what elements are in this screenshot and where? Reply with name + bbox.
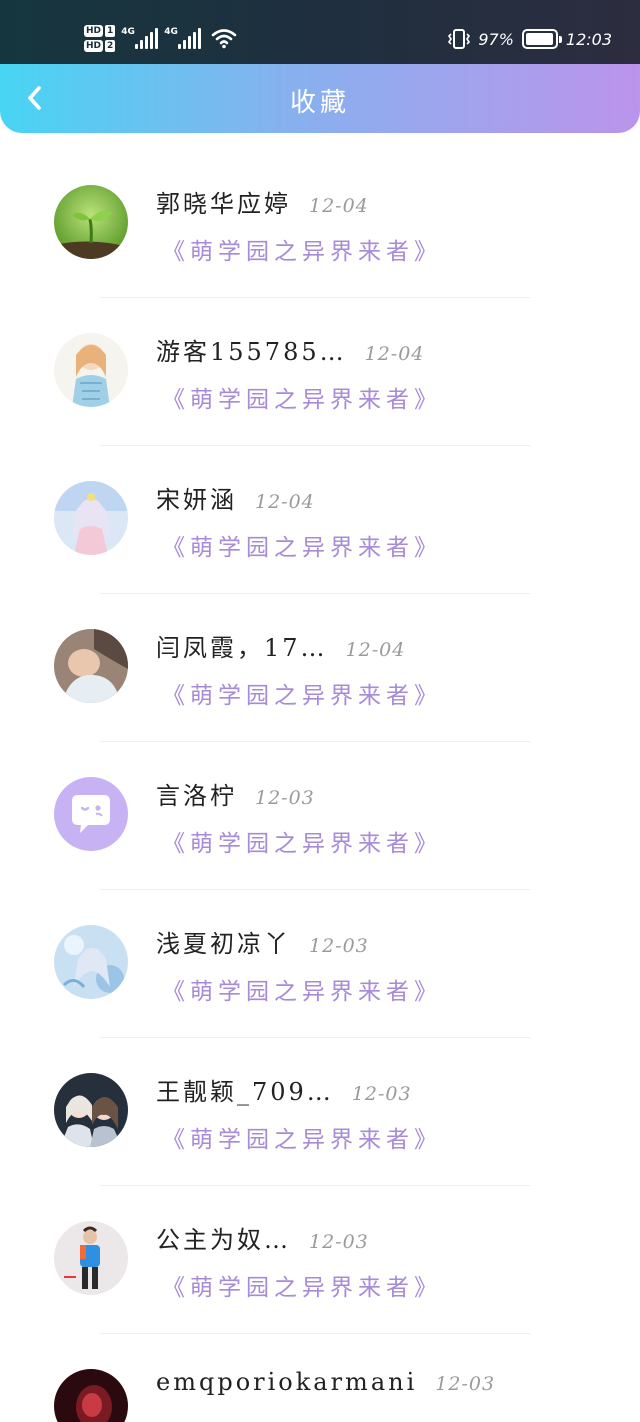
work-title[interactable]: 《萌学园之异界来者》 bbox=[162, 528, 442, 562]
avatar[interactable] bbox=[54, 481, 128, 555]
sim-number: 1 bbox=[105, 24, 116, 37]
item-header: 宋妍涵 12-04 bbox=[156, 480, 315, 515]
user-name: 游客155785… bbox=[156, 338, 347, 366]
favorite-date: 12-03 bbox=[309, 935, 369, 957]
favorite-date: 12-03 bbox=[255, 787, 315, 809]
item-header: 王靓颖_709… 12-03 bbox=[156, 1072, 412, 1107]
avatar[interactable] bbox=[54, 185, 128, 259]
work-title[interactable]: 《萌学园之异界来者》 bbox=[162, 676, 442, 710]
user-name: 闫凤霞，17… bbox=[156, 634, 328, 662]
work-title[interactable]: 《萌学园之异界来者》 bbox=[162, 1416, 442, 1422]
battery-icon bbox=[521, 29, 562, 49]
user-name: 公主为奴… bbox=[156, 1226, 291, 1254]
network-type: 4G bbox=[164, 27, 178, 37]
avatar[interactable] bbox=[54, 925, 128, 999]
favorite-list-item[interactable]: 闫凤霞，17… 12-04 《萌学园之异界来者》 bbox=[0, 594, 640, 742]
status-right: 97% 12:03 bbox=[448, 26, 612, 52]
favorite-date: 12-04 bbox=[364, 343, 425, 365]
work-title[interactable]: 《萌学园之异界来者》 bbox=[162, 1268, 442, 1302]
item-header: 言洛柠 12-03 bbox=[156, 776, 315, 811]
page-title: 收藏 bbox=[289, 88, 350, 118]
avatar[interactable] bbox=[54, 333, 128, 407]
favorite-list-item[interactable]: 王靓颖_709… 12-03 《萌学园之异界来者》 bbox=[0, 1038, 640, 1186]
clock: 12:03 bbox=[565, 29, 612, 49]
avatar[interactable] bbox=[54, 1221, 128, 1295]
item-header: 闫凤霞，17… 12-04 bbox=[156, 628, 405, 663]
signal-strength-icon: 4G bbox=[164, 27, 202, 49]
favorite-date: 12-03 bbox=[309, 1231, 369, 1253]
favorite-list-item[interactable]: 游客155785… 12-04 《萌学园之异界来者》 bbox=[0, 298, 640, 446]
top-app-bar: 收藏 bbox=[0, 64, 640, 133]
hd-indicator-2: HD 2 bbox=[84, 39, 116, 52]
item-header: 郭晓华应婷 12-04 bbox=[156, 184, 369, 219]
hd-label: HD bbox=[84, 24, 104, 37]
item-header: 浅夏初凉丫 12-03 bbox=[156, 924, 369, 959]
favorite-date: 12-03 bbox=[435, 1373, 496, 1395]
avatar[interactable] bbox=[54, 1073, 128, 1147]
item-header: 公主为奴… 12-03 bbox=[156, 1220, 369, 1255]
work-title[interactable]: 《萌学园之异界来者》 bbox=[162, 972, 442, 1006]
avatar[interactable] bbox=[54, 777, 128, 851]
user-name: 言洛柠 bbox=[156, 782, 237, 810]
item-header: 游客155785… 12-04 bbox=[156, 332, 424, 367]
favorite-date: 12-04 bbox=[309, 195, 369, 217]
user-name: emqporiokarmani bbox=[156, 1368, 418, 1396]
favorites-list: 郭晓华应婷 12-04 《萌学园之异界来者》 游客155785… 12-04 《萌学园之异… bbox=[0, 150, 640, 1422]
status-bar: HD 1 HD 2 4G 4G 97% 12:03 bbox=[0, 0, 640, 66]
vibrate-icon bbox=[448, 29, 471, 49]
network-type: 4G bbox=[121, 27, 135, 37]
user-name: 浅夏初凉丫 bbox=[156, 930, 291, 958]
work-title[interactable]: 《萌学园之异界来者》 bbox=[162, 232, 442, 266]
work-title[interactable]: 《萌学园之异界来者》 bbox=[162, 824, 442, 858]
sim-number: 2 bbox=[105, 39, 116, 52]
battery-percentage: 97% bbox=[478, 29, 514, 49]
favorite-date: 12-04 bbox=[345, 639, 406, 661]
hd-indicators: HD 1 HD 2 bbox=[84, 24, 116, 52]
avatar[interactable] bbox=[54, 1369, 128, 1422]
signal-strength-icon: 4G bbox=[121, 27, 159, 49]
user-name: 宋妍涵 bbox=[156, 486, 237, 514]
avatar[interactable] bbox=[54, 629, 128, 703]
favorite-list-item[interactable]: 公主为奴… 12-03 《萌学园之异界来者》 bbox=[0, 1186, 640, 1334]
favorite-list-item[interactable]: 郭晓华应婷 12-04 《萌学园之异界来者》 bbox=[0, 150, 640, 298]
work-title[interactable]: 《萌学园之异界来者》 bbox=[162, 380, 442, 414]
work-title[interactable]: 《萌学园之异界来者》 bbox=[162, 1120, 442, 1154]
favorite-list-item[interactable]: 言洛柠 12-03 《萌学园之异界来者》 bbox=[0, 742, 640, 890]
favorite-date: 12-03 bbox=[351, 1083, 412, 1105]
user-name: 王靓颖_709… bbox=[156, 1078, 334, 1106]
user-name: 郭晓华应婷 bbox=[156, 190, 291, 218]
favorite-list-item[interactable]: 宋妍涵 12-04 《萌学园之异界来者》 bbox=[0, 446, 640, 594]
status-left: HD 1 HD 2 4G 4G bbox=[84, 20, 237, 56]
hd-label: HD bbox=[84, 39, 104, 52]
favorite-date: 12-04 bbox=[255, 491, 315, 513]
hd-indicator-1: HD 1 bbox=[84, 24, 116, 37]
favorite-list-item[interactable]: emqporiokarmani 12-03 《萌学园之异界来者》 bbox=[0, 1334, 640, 1422]
wifi-icon bbox=[211, 29, 237, 49]
item-header: emqporiokarmani 12-03 bbox=[156, 1368, 495, 1396]
favorite-list-item[interactable]: 浅夏初凉丫 12-03 《萌学园之异界来者》 bbox=[0, 890, 640, 1038]
